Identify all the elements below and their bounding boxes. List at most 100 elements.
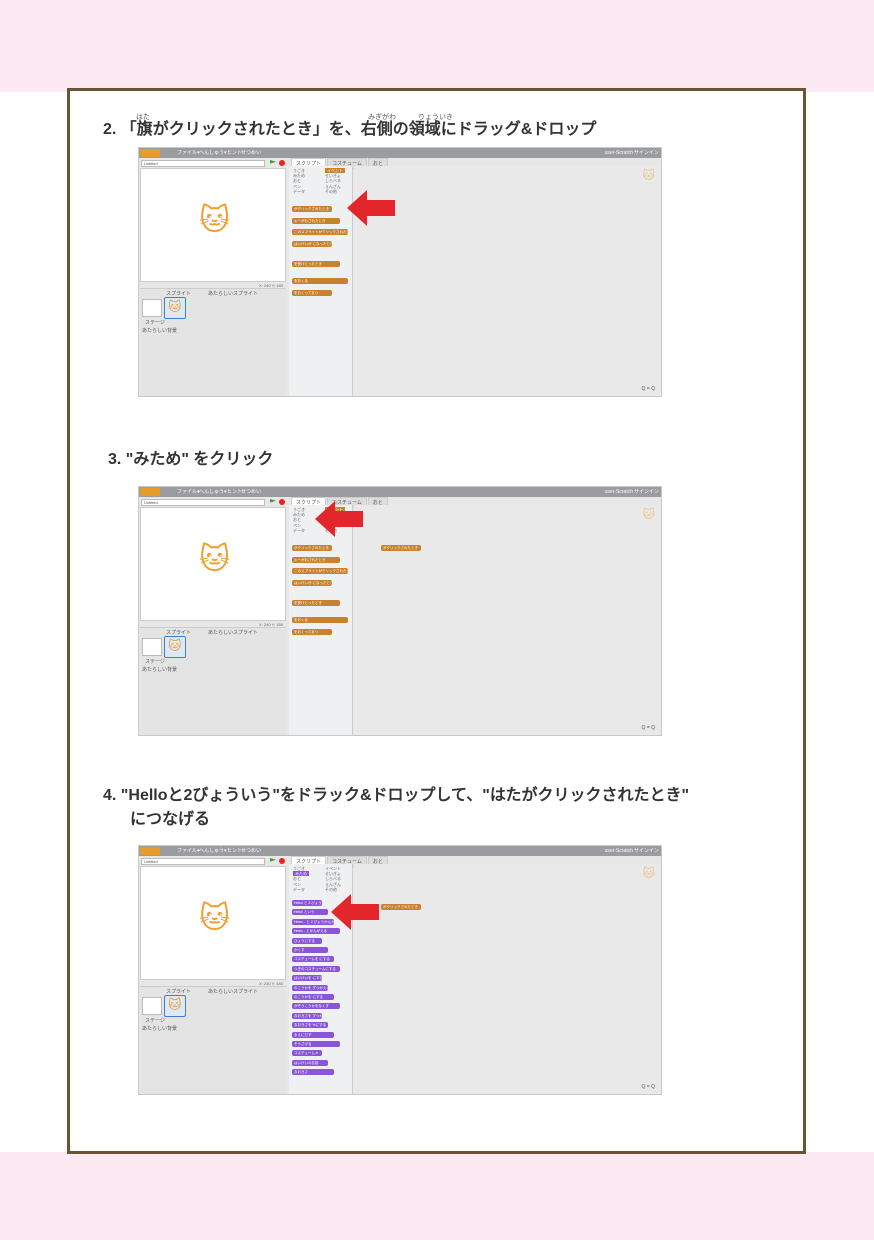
looks-block[interactable]: かくす [292,947,328,953]
green-flag-icon[interactable] [270,499,276,503]
looks-block[interactable]: そうさげる [292,1041,340,1047]
looks-block[interactable]: コスチュームを にする [292,956,334,963]
menu-file[interactable]: ファイル▾ [177,487,200,497]
scratch-logo[interactable] [140,149,160,157]
event-block[interactable]: を受けとったとき [292,261,340,267]
stage-label: ステージ [145,1018,165,1024]
looks-block[interactable]: はいけいを にする [292,975,322,982]
scratch-logo[interactable] [140,847,160,855]
block-palette: うごきみためおとペンデータ イベントせいぎょしらべるえんざんその他がクリックされた… [289,166,353,396]
looks-block[interactable]: のこうかを にする [292,994,334,1000]
sprite-thumbnail[interactable]: 🐱 [164,297,186,319]
script-area: 🐱 Q = Q [354,166,661,396]
category-list-right: イベントせいぎょしらべるえんざんその他 [325,168,345,194]
green-flag-icon[interactable] [270,160,276,164]
category-list-left: うごき みため おと ペン データ [293,168,305,194]
dropped-when-flag-block[interactable]: がクリックされたとき [381,904,421,910]
event-block[interactable]: がクリックされたとき [292,545,332,551]
green-flag-icon[interactable] [270,858,276,862]
menu-about[interactable]: せつめい [241,148,261,158]
menu-user: user-Scratch [604,489,633,495]
looks-block[interactable]: Hello! と 2 びょういう [292,900,322,906]
event-block[interactable]: をおくってまつ [292,290,332,296]
step-number: 3. [108,451,122,468]
sprite-cat-icon: 🐱 [168,997,182,1012]
category-r-4[interactable]: その他 [325,887,341,892]
category-list-right: イベントせいぎょしらべるえんざんその他 [325,866,341,892]
sprite-thumbnail[interactable]: 🐱 [164,995,186,1017]
looks-block[interactable]: おおきさ [292,1069,334,1076]
project-title-input[interactable]: Untitled [141,858,265,865]
project-title-input[interactable]: Untitled [141,160,265,167]
event-block[interactable]: このスプライトがクリックされたとき [292,568,348,574]
looks-block[interactable]: はいけいの名前 [292,1059,328,1066]
category-r-4[interactable]: その他 [325,189,345,194]
stage-canvas: 🐱 [140,507,286,621]
step-3-heading: 3. "みため" をクリック [108,450,273,470]
menu-file[interactable]: ファイル▾ [177,846,200,856]
corner-sprite-icon: 🐱 [642,866,655,880]
event-block[interactable]: キーがおされたとき [292,218,340,224]
looks-block[interactable]: Hmm... と 2 びょうかんがえる [292,918,334,925]
sprite-thumbnail[interactable]: 🐱 [164,636,186,658]
sprite-cat-icon: 🐱 [168,299,182,314]
scratch-logo[interactable] [140,488,160,496]
stage-thumbnail[interactable] [142,638,162,656]
looks-block[interactable]: Hello! という [292,909,328,916]
menu-signin[interactable]: サインイン [634,487,659,497]
sprite-pane: スプライト あたらしいスプライト ステージ 🐱 あたらしい背景 [140,288,286,396]
dropped-when-flag-block[interactable]: がクリックされたとき [381,545,421,551]
stage-thumbnail[interactable] [142,997,162,1015]
event-block[interactable]: キーがおされたとき [292,557,340,563]
menu-tips[interactable]: ヒント [227,487,242,497]
stage-thumbnail[interactable] [142,299,162,317]
category-4[interactable]: データ [293,189,305,194]
menu-user: user-Scratch [604,150,633,156]
menu-edit[interactable]: へんしゅう▾ [199,148,227,158]
looks-block[interactable]: がぞうこうかをなくす [292,1003,340,1010]
menu-tips[interactable]: ヒント [227,148,242,158]
cat-sprite-icon[interactable]: 🐱 [199,901,230,936]
editor-tabs: スクリプト コスチューム おと [291,158,389,169]
looks-block[interactable]: まえにだす [292,1031,334,1038]
event-block[interactable]: はいけいが になったとき [292,241,332,247]
menu-edit[interactable]: へんしゅう▾ [199,487,227,497]
zoom-controls[interactable]: Q = Q [642,725,655,731]
looks-block[interactable]: おおきさを %にする [292,1022,328,1029]
project-title-input[interactable]: Untitled [141,499,265,506]
looks-block[interactable]: ひょうじする [292,937,322,944]
looks-block[interactable]: つぎのコスチュームにする [292,965,340,972]
menu-signin[interactable]: サインイン [634,148,659,158]
event-block[interactable]: をおくる [292,278,348,284]
menu-tips[interactable]: ヒント [227,846,242,856]
cat-sprite-icon[interactable]: 🐱 [199,203,230,238]
step-text: "みため" をクリック [125,451,274,468]
cat-sprite-icon[interactable]: 🐱 [199,542,230,577]
stop-icon[interactable] [279,858,285,864]
menu-edit[interactable]: へんしゅう▾ [199,846,227,856]
new-backdrop-label: あたらしい背景 [142,667,178,673]
new-backdrop-label: あたらしい背景 [142,328,178,334]
category-4[interactable]: データ [293,887,309,892]
block-palette: うごきみためおとペンデータイベントせいぎょしらべるえんざんその他がクリックされた… [289,505,353,735]
event-block[interactable]: がクリックされたとき [292,206,332,212]
event-block[interactable]: このスプライトがクリックされたとき [292,229,348,235]
zoom-controls[interactable]: Q = Q [642,1084,655,1090]
event-block[interactable]: をおくってまつ [292,629,332,635]
event-block[interactable]: はいけいが になったとき [292,580,332,586]
looks-block[interactable]: のこうかを ずつかえる [292,984,328,991]
stop-icon[interactable] [279,160,285,166]
event-block[interactable]: をおくる [292,617,348,623]
looks-block[interactable]: おおきさを ずつかえる [292,1012,322,1019]
menu-file[interactable]: ファイル▾ [177,148,200,158]
menu-about[interactable]: せつめい [241,487,261,497]
step-text: 「旗がクリックされたとき」を、右側の領域にドラッグ&ドロップ [120,121,597,138]
event-block[interactable]: を受けとったとき [292,600,340,606]
menu-signin[interactable]: サインイン [634,846,659,856]
category-4[interactable]: データ [293,528,305,533]
zoom-controls[interactable]: Q = Q [642,386,655,392]
stop-icon[interactable] [279,499,285,505]
menu-about[interactable]: せつめい [241,846,261,856]
category-r-2[interactable]: しらべる [325,876,341,881]
looks-block[interactable]: コスチューム # [292,1050,322,1057]
